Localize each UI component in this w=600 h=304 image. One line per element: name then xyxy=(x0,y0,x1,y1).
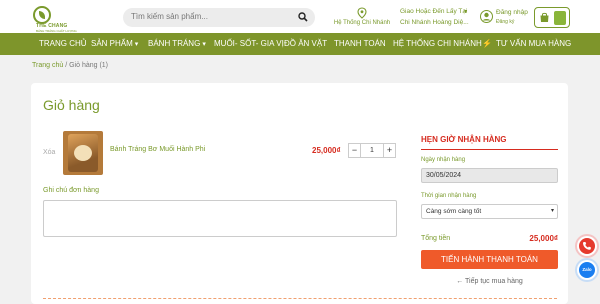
cart-card: Giỏ hàng Xóa Bánh Tráng Bơ Muối Hành Phi… xyxy=(31,83,568,304)
nav-item-spices[interactable]: MUỐI- SỐT- GIA VỊ xyxy=(214,39,284,48)
nav-label: BÁNH TRÁNG xyxy=(148,39,201,48)
zalo-chat-button[interactable]: Zalo xyxy=(577,260,597,280)
divider xyxy=(421,149,558,150)
shopping-bag-icon xyxy=(540,12,549,22)
chevron-down-icon: ▾ xyxy=(550,208,554,214)
pickup-time-select[interactable]: Càng sớm càng tốt ▾ xyxy=(421,204,558,219)
branch-system-link[interactable]: Hệ Thống Chi Nhánh xyxy=(330,7,394,29)
top-header: THẾ CHANG BÁNH TRÁNG CHẤT LƯỢNG Tìm kiếm… xyxy=(0,0,600,33)
product-price: 25,000₫ xyxy=(312,146,341,155)
nav-label: HỆ THỐNG CHI NHÁNH xyxy=(393,39,482,48)
chevron-down-icon: ▾ xyxy=(202,41,206,48)
divider xyxy=(43,298,557,299)
account-menu[interactable]: Đăng nhập Đăng ký xyxy=(480,8,536,28)
pickup-time-label: Thời gian nhận hàng xyxy=(421,193,477,199)
product-name-link[interactable]: Bánh Tráng Bơ Muối Hành Phi xyxy=(110,146,205,153)
search-placeholder: Tìm kiếm sản phẩm... xyxy=(131,12,208,21)
breadcrumb-home[interactable]: Trang chủ xyxy=(32,62,63,69)
login-link[interactable]: Đăng nhập xyxy=(496,9,528,16)
breadcrumb: Trang chủ / Giỏ hàng (1) xyxy=(32,62,108,69)
nav-item-branches[interactable]: HỆ THỐNG CHI NHÁNH xyxy=(393,39,482,48)
nav-label: TRANG CHỦ xyxy=(39,39,87,48)
total-label: Tổng tiền xyxy=(421,235,451,242)
nav-item-payment[interactable]: THANH TOÁN xyxy=(334,39,386,48)
order-note-textarea[interactable] xyxy=(43,200,397,237)
nav-item-snacks[interactable]: ĐỒ ĂN VẶT xyxy=(284,39,327,48)
nav-item-consult[interactable]: ⚡ TƯ VẤN MUA HÀNG xyxy=(482,39,571,48)
branch-label: Hệ Thống Chi Nhánh xyxy=(333,20,391,26)
nav-item-home[interactable]: TRANG CHỦ xyxy=(39,39,87,48)
main-nav: TRANG CHỦ SẢN PHẨM ▾ BÁNH TRÁNG ▾ MUỐI- SỐ… xyxy=(0,33,600,55)
nav-label: TƯ VẤN MUA HÀNG xyxy=(495,39,572,48)
quantity-input[interactable]: 1 xyxy=(361,144,383,157)
nav-item-products[interactable]: SẢN PHẨM ▾ xyxy=(91,39,138,48)
nav-label: SẢN PHẨM xyxy=(91,39,133,48)
lightning-icon: ⚡ xyxy=(482,39,492,48)
cart-button[interactable] xyxy=(534,7,570,28)
chevron-down-icon: ▾ xyxy=(464,9,468,15)
chevron-down-icon: ▾ xyxy=(134,41,139,48)
cart-count-badge xyxy=(554,11,566,25)
nav-item-banh-trang[interactable]: BÁNH TRÁNG ▾ xyxy=(148,39,206,48)
user-icon xyxy=(480,10,493,23)
page-title: Giỏ hàng xyxy=(43,97,100,113)
nav-label: ĐỒ ĂN VẶT xyxy=(284,39,328,48)
quantity-stepper: − 1 + xyxy=(348,143,396,158)
phone-icon xyxy=(579,238,595,254)
map-pin-icon xyxy=(357,7,367,19)
quantity-increase-button[interactable]: + xyxy=(383,144,395,157)
delivery-selector[interactable]: Giao Hoặc Đến Lấy Tại ▾ Chi Nhánh Hoàng … xyxy=(398,7,474,29)
nav-label: MUỐI- SỐT- GIA VỊ xyxy=(214,39,284,48)
quantity-decrease-button[interactable]: − xyxy=(349,144,361,157)
pickup-title: HẸN GIỜ NHẬN HÀNG xyxy=(421,135,507,144)
breadcrumb-current: / Giỏ hàng (1) xyxy=(63,62,109,69)
logo-leaf-icon xyxy=(33,6,51,24)
search-input[interactable]: Tìm kiếm sản phẩm... xyxy=(123,8,315,27)
search-icon[interactable] xyxy=(298,12,308,22)
logo[interactable]: THẾ CHANG BÁNH TRÁNG CHẤT LƯỢNG xyxy=(30,5,80,33)
pickup-date-label: Ngày nhận hàng xyxy=(421,157,466,163)
delivery-branch: Chi Nhánh Hoàng Diệ... xyxy=(400,19,469,26)
remove-item-button[interactable]: Xóa xyxy=(43,149,55,156)
continue-shopping-link[interactable]: ← Tiếp tục mua hàng xyxy=(421,278,558,285)
register-link[interactable]: Đăng ký xyxy=(496,19,514,25)
zalo-icon: Zalo xyxy=(579,262,595,278)
delivery-mode: Giao Hoặc Đến Lấy Tại xyxy=(400,8,468,15)
nav-label: THANH TOÁN xyxy=(334,39,386,48)
call-button[interactable] xyxy=(577,236,597,256)
pickup-date-field[interactable]: 30/05/2024 xyxy=(421,168,558,183)
checkout-button[interactable]: TIẾN HÀNH THANH TOÁN xyxy=(421,250,558,269)
order-note-label: Ghi chú đơn hàng xyxy=(43,187,99,194)
total-value: 25,000₫ xyxy=(529,234,558,243)
product-label-graphic xyxy=(74,145,92,161)
product-thumbnail[interactable] xyxy=(63,131,103,175)
pickup-time-value: Càng sớm càng tốt xyxy=(426,208,482,215)
